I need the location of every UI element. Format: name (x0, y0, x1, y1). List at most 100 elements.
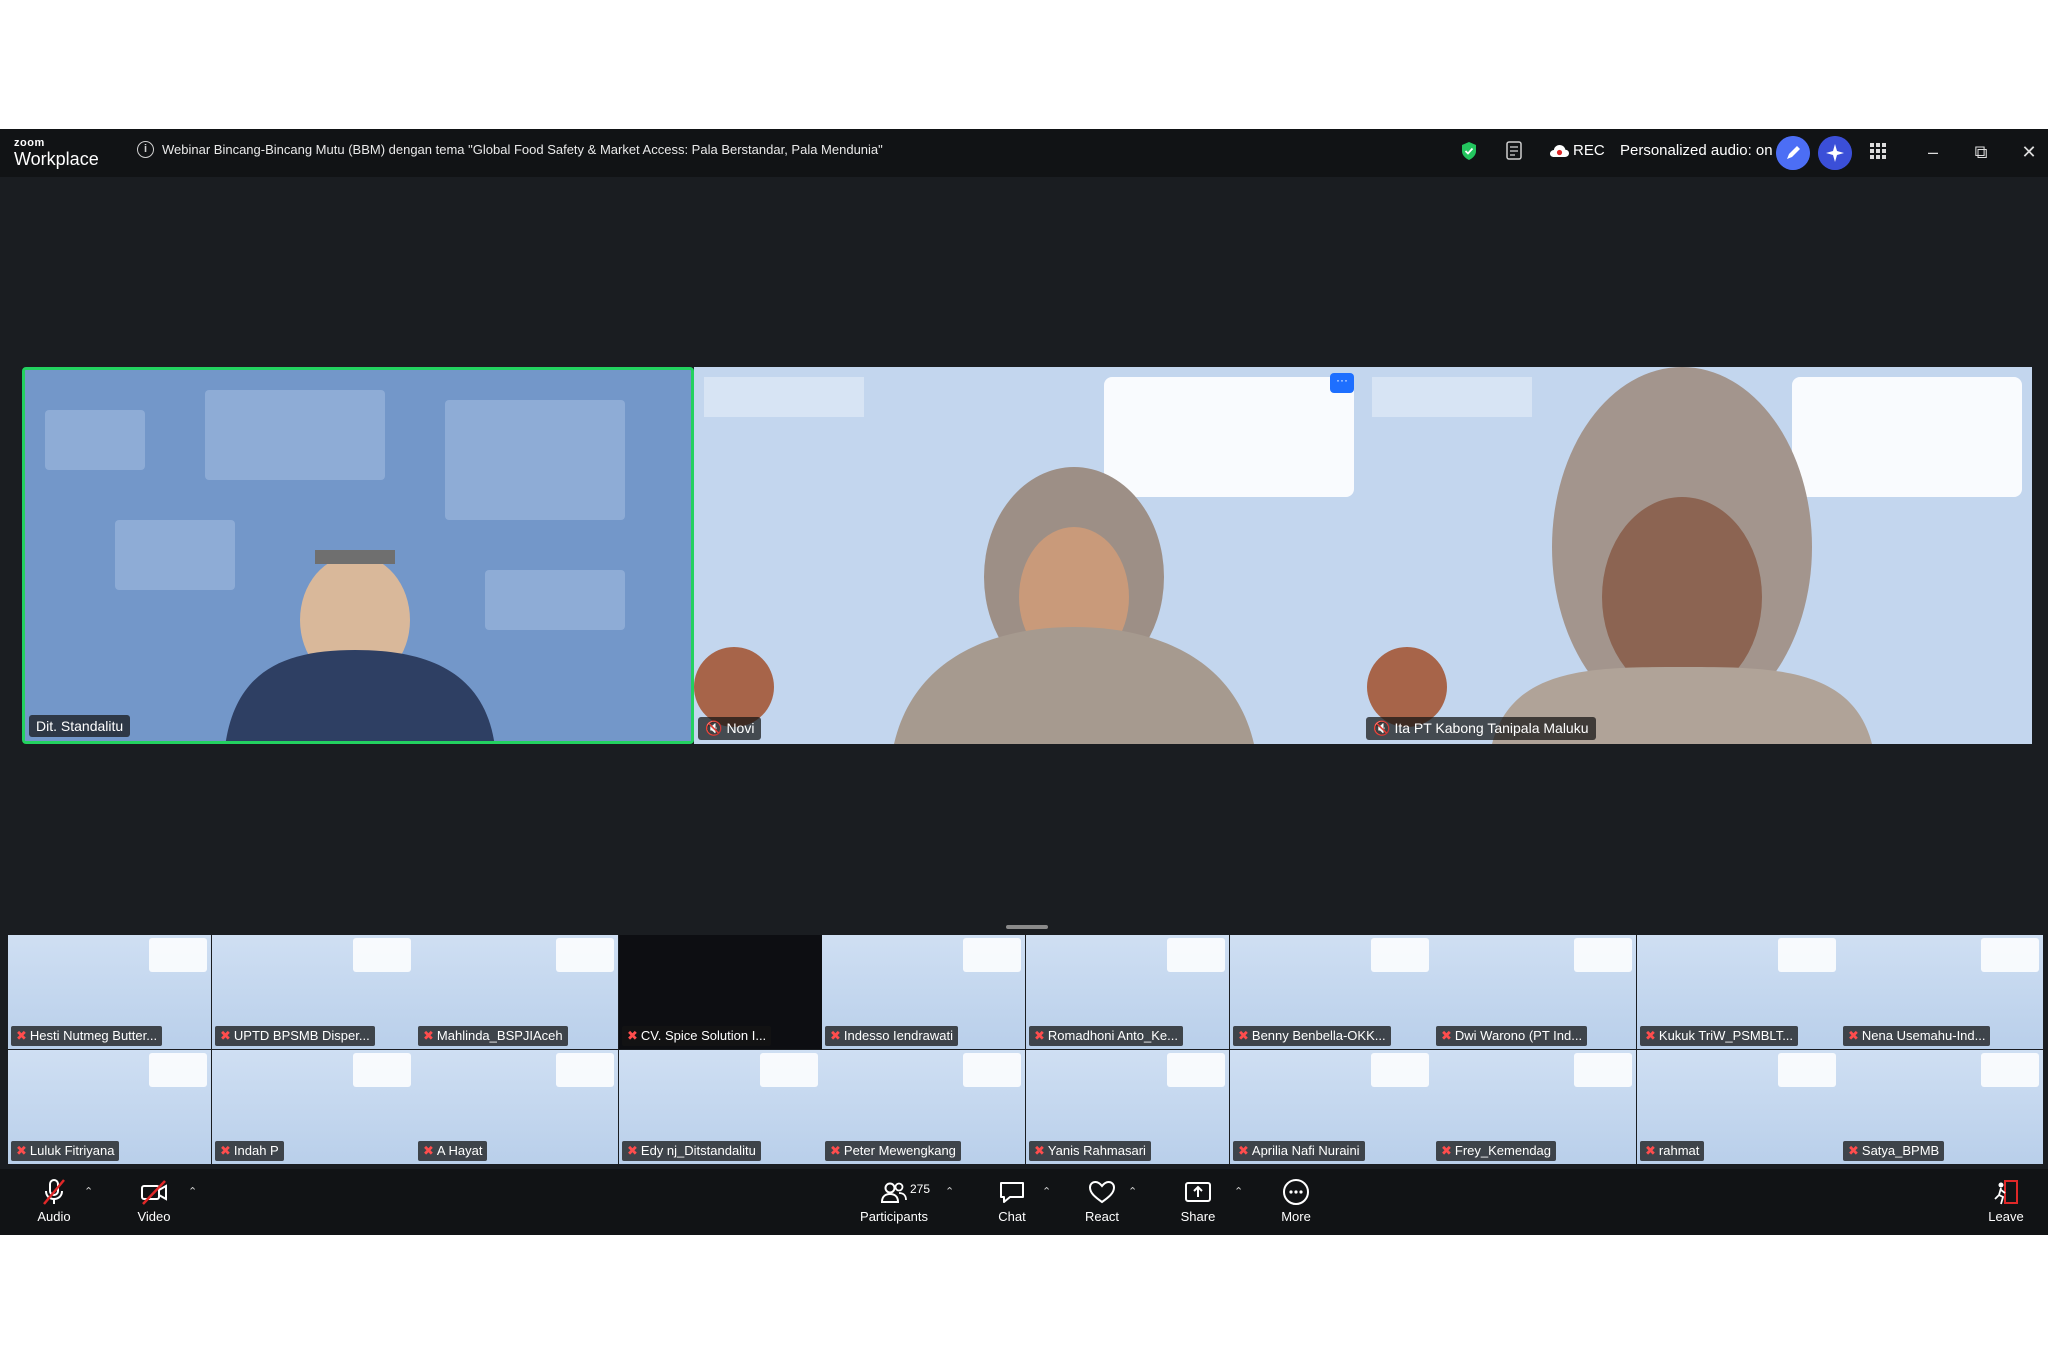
muted-mic-icon: ✖ (423, 1143, 434, 1158)
tile-name: Novi (726, 720, 755, 736)
participant-name: UPTD BPSMB Disper... (233, 1028, 370, 1043)
cloud-record-icon[interactable] (1548, 143, 1570, 159)
gallery-participant-tile[interactable]: ✖ A Hayat (415, 1050, 618, 1164)
share-label: Share (1180, 1209, 1216, 1224)
gallery-participant-tile[interactable]: ✖ Kukuk TriW_PSMBLT... (1637, 935, 1840, 1049)
participant-name-tag: ✖ Nena Usemahu-Ind... (1843, 1026, 1991, 1046)
gallery-participant-tile[interactable]: ✖ Yanis Rahmasari (1026, 1050, 1229, 1164)
webinar-banner-thumbnail (353, 938, 411, 972)
react-button[interactable]: React (1080, 1177, 1124, 1224)
gallery-resize-handle[interactable] (1006, 925, 1048, 929)
restore-button[interactable]: ⧉ (1968, 139, 1994, 165)
participant-name: Romadhoni Anto_Ke... (1047, 1028, 1178, 1043)
participant-name-tag: ✖ Edy nj_Ditstandalitu (622, 1141, 761, 1161)
tile-name: Ita PT Kabong Tanipala Maluku (1394, 720, 1589, 736)
title-bar: zoom Workplace i Webinar Bincang-Bincang… (0, 129, 2048, 177)
webinar-banner-thumbnail (1574, 938, 1632, 972)
participant-name-tag: Dit. Standalitu (29, 715, 131, 737)
muted-mic-icon: ✖ (16, 1028, 27, 1043)
gallery-participant-tile[interactable]: ✖ CV. Spice Solution I... (619, 935, 822, 1049)
participant-name: Luluk Fitriyana (29, 1143, 115, 1158)
close-button[interactable]: ✕ (2016, 139, 2042, 165)
participant-name-tag: ✖ Romadhoni Anto_Ke... (1029, 1026, 1183, 1046)
share-options-chevron-icon[interactable]: ⌃ (1234, 1185, 1243, 1198)
muted-mic-icon: ✖ (627, 1143, 638, 1158)
webinar-banner-thumbnail (963, 938, 1021, 972)
apps-grid-icon[interactable] (1870, 143, 1886, 159)
gallery-participant-tile[interactable]: ✖ Hesti Nutmeg Butter... (8, 935, 211, 1049)
participant-name: Aprilia Nafi Nuraini (1251, 1143, 1360, 1158)
ai-companion-icon[interactable] (1818, 136, 1852, 170)
video-tile-speaker[interactable]: ··· 🔇 Novi (694, 367, 1362, 744)
gallery-participant-tile[interactable]: ✖ rahmat (1637, 1050, 1840, 1164)
audio-options-chevron-icon[interactable]: ⌃ (84, 1185, 93, 1198)
gallery-participant-tile[interactable]: ✖ Indesso Iendrawati (822, 935, 1025, 1049)
gallery-participant-tile[interactable]: ✖ Satya_BPMB (1840, 1050, 2043, 1164)
react-options-chevron-icon[interactable]: ⌃ (1128, 1185, 1137, 1198)
video-tile-active-speaker[interactable]: Dit. Standalitu (22, 367, 694, 744)
participants-icon (880, 1182, 907, 1203)
participant-name-tag: 🔇 Ita PT Kabong Tanipala Maluku (1366, 717, 1596, 740)
video-options-chevron-icon[interactable]: ⌃ (188, 1185, 197, 1198)
chat-options-chevron-icon[interactable]: ⌃ (1042, 1185, 1051, 1198)
muted-mic-icon: ✖ (1441, 1028, 1452, 1043)
chat-label: Chat (998, 1209, 1026, 1224)
muted-microphone-icon (43, 1179, 65, 1205)
gallery-participant-tile[interactable]: ✖ UPTD BPSMB Disper... (212, 935, 415, 1049)
muted-mic-icon: ✖ (627, 1028, 638, 1043)
info-icon[interactable]: i (137, 141, 154, 158)
participant-name-tag: ✖ Frey_Kemendag (1436, 1141, 1557, 1161)
shield-icon[interactable] (1460, 141, 1478, 161)
tile-more-options-button[interactable]: ··· (1330, 373, 1354, 393)
participant-name-tag: ✖ Indesso Iendrawati (825, 1026, 959, 1046)
more-button[interactable]: More (1274, 1177, 1318, 1224)
participant-name: Kukuk TriW_PSMBLT... (1658, 1028, 1794, 1043)
participant-name-tag: ✖ CV. Spice Solution I... (622, 1026, 772, 1046)
participant-name: CV. Spice Solution I... (640, 1028, 767, 1043)
gallery-participant-tile[interactable]: ✖ Benny Benbella-OKK... (1230, 935, 1433, 1049)
chat-button[interactable]: Chat (990, 1177, 1034, 1224)
webinar-background-video (694, 367, 1362, 744)
gallery-strip: ✖ Hesti Nutmeg Butter... ✖ UPTD BPSMB Dispe… (8, 935, 2044, 1165)
gallery-participant-tile[interactable]: ✖ Frey_Kemendag (1433, 1050, 1636, 1164)
ai-pen-icon[interactable] (1776, 136, 1810, 170)
gallery-participant-tile[interactable]: ✖ Dwi Warono (PT Ind... (1433, 935, 1636, 1049)
participants-options-chevron-icon[interactable]: ⌃ (945, 1185, 954, 1198)
gallery-participant-tile[interactable]: ✖ Nena Usemahu-Ind... (1840, 935, 2043, 1049)
gallery-participant-tile[interactable]: ✖ Aprilia Nafi Nuraini (1230, 1050, 1433, 1164)
muted-mic-icon: ✖ (1441, 1143, 1452, 1158)
audio-button[interactable]: Audio (30, 1177, 78, 1224)
gallery-participant-tile[interactable]: ✖ Edy nj_Ditstandalitu (619, 1050, 822, 1164)
muted-mic-icon: ✖ (1848, 1143, 1859, 1158)
muted-mic-icon: ✖ (830, 1143, 841, 1158)
participant-name: Peter Mewengkang (843, 1143, 956, 1158)
webinar-banner-thumbnail (1981, 938, 2039, 972)
gallery-participant-tile[interactable]: ✖ Romadhoni Anto_Ke... (1026, 935, 1229, 1049)
minimize-button[interactable]: – (1920, 139, 1946, 165)
gallery-participant-tile[interactable]: ✖ Peter Mewengkang (822, 1050, 1025, 1164)
webinar-banner-thumbnail (353, 1053, 411, 1087)
meeting-title: Webinar Bincang-Bincang Mutu (BBM) denga… (162, 142, 883, 157)
gallery-participant-tile[interactable]: ✖ Mahlinda_BSPJIAceh (415, 935, 618, 1049)
gallery-participant-tile[interactable]: ✖ Indah P (212, 1050, 415, 1164)
more-label: More (1281, 1209, 1311, 1224)
webinar-banner-thumbnail (1778, 1053, 1836, 1087)
participant-count: 275 (910, 1182, 931, 1196)
participant-name-tag: ✖ Satya_BPMB (1843, 1141, 1945, 1161)
video-button[interactable]: Video (130, 1177, 178, 1224)
participant-name: Satya_BPMB (1861, 1143, 1940, 1158)
participant-name: rahmat (1658, 1143, 1700, 1158)
webinar-banner-thumbnail (556, 938, 614, 972)
leave-button[interactable]: Leave (1984, 1177, 2028, 1224)
video-label: Video (137, 1209, 171, 1224)
notes-icon[interactable] (1505, 140, 1523, 162)
personalized-audio-label[interactable]: Personalized audio: on (1620, 142, 1773, 159)
gallery-participant-tile[interactable]: ✖ Luluk Fitriyana (8, 1050, 211, 1164)
webinar-banner-thumbnail (149, 1053, 207, 1087)
participants-label: Participants (860, 1209, 928, 1224)
webinar-banner-thumbnail (1167, 938, 1225, 972)
share-button[interactable]: Share (1176, 1177, 1220, 1224)
video-tile-participant[interactable]: 🔇 Ita PT Kabong Tanipala Maluku (1362, 367, 2032, 744)
webinar-banner-thumbnail (963, 1053, 1021, 1087)
video-off-icon (141, 1180, 167, 1205)
